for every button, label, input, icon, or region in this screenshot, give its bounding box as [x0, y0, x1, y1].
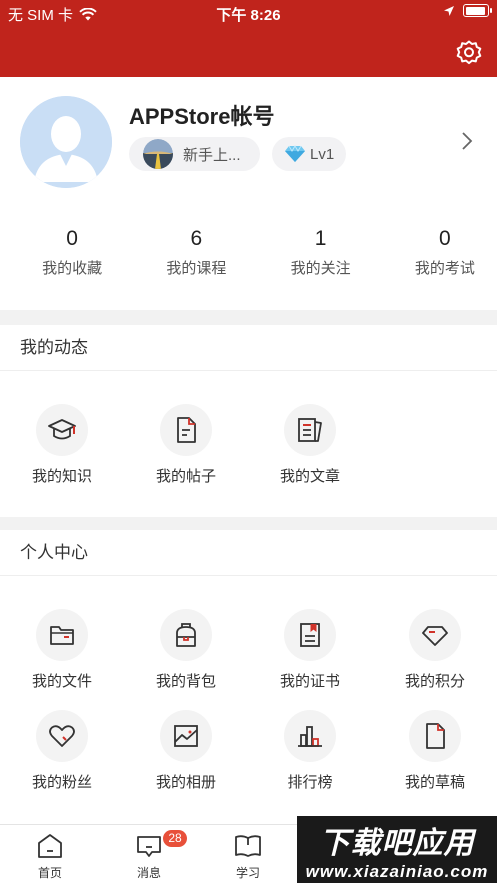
grid-item-articles[interactable]: 我的文章: [248, 404, 372, 486]
stat-value: 0: [439, 227, 451, 250]
grid-item-posts[interactable]: 我的帖子: [124, 404, 248, 486]
lv-badge-text: Lv1: [310, 145, 335, 163]
grid-item-ranking[interactable]: 排行榜: [248, 710, 372, 792]
grid-label: 我的粉丝: [31, 774, 92, 791]
home-icon: [38, 834, 62, 858]
diamond-gem-icon: [285, 145, 305, 162]
default-avatar-icon: [20, 96, 112, 188]
grid-label: 我的证书: [279, 673, 340, 690]
ranking-chart-icon: [284, 710, 336, 762]
stat-label: 我的关注: [290, 260, 351, 277]
draft-document-icon: [409, 710, 461, 762]
section-title: 个人中心: [0, 530, 497, 576]
stat-exams[interactable]: 0 我的考试: [393, 227, 497, 278]
tab-messages[interactable]: 消息 28: [99, 830, 199, 881]
stat-value: 1: [314, 227, 327, 250]
folder-icon: [36, 609, 88, 661]
stat-value: 6: [190, 227, 203, 250]
gear-icon: [456, 40, 482, 65]
graduation-cap-icon: [36, 404, 88, 456]
grid-item-album[interactable]: 我的相册: [124, 710, 248, 792]
level-road-icon: [143, 139, 173, 169]
grid-item-knowledge[interactable]: 我的知识: [0, 404, 124, 486]
tab-label: 学习: [235, 866, 260, 880]
stats-row: 0 我的收藏 6 我的课程 1 我的关注 0 我的考试: [0, 227, 497, 278]
heart-icon: [36, 710, 88, 762]
status-time: 下午 8:26: [216, 7, 281, 24]
settings-button[interactable]: [455, 39, 483, 67]
grid-item-drafts[interactable]: 我的草稿: [373, 710, 497, 792]
status-bar: 无 SIM 卡 下午 8:26: [0, 0, 497, 28]
battery-icon: [463, 4, 492, 17]
status-right: [443, 4, 492, 17]
book-icon: [235, 835, 261, 857]
stat-label: 我的课程: [166, 260, 227, 277]
tab-label: 消息: [136, 866, 161, 880]
post-document-icon: [160, 404, 212, 456]
grid-item-fans[interactable]: 我的粉丝: [0, 710, 124, 792]
stat-value: 0: [66, 227, 78, 250]
grid-label: 我的相册: [155, 774, 216, 791]
grid-item-backpack[interactable]: 我的背包: [124, 609, 248, 691]
grid-label: 我的草稿: [404, 774, 465, 791]
stat-label: 我的收藏: [42, 260, 103, 277]
grid-label: 我的背包: [155, 673, 216, 690]
tab-home[interactable]: 首页: [0, 833, 100, 881]
chevron-right-icon[interactable]: [461, 131, 473, 151]
stat-label: 我的考试: [414, 260, 475, 277]
grid-label: 我的文件: [31, 673, 92, 690]
grid-label: 排行榜: [287, 774, 333, 791]
grid-label: 我的知识: [31, 468, 92, 485]
grid-item-certificates[interactable]: 我的证书: [248, 609, 372, 691]
article-icon: [284, 404, 336, 456]
avatar[interactable]: [20, 96, 112, 188]
personal-center-section: 个人中心 我的文件 我的背包 我的证书 我的积分 我的粉丝 我的相册 排行榜 我…: [0, 530, 497, 825]
level-badge[interactable]: 新手上...: [129, 137, 260, 171]
unread-count-badge: 28: [163, 830, 187, 847]
tab-label: 首页: [37, 866, 62, 880]
section-title: 我的动态: [0, 325, 497, 371]
certificate-icon: [284, 609, 336, 661]
photo-album-icon: [160, 710, 212, 762]
grid-label: 我的积分: [404, 673, 465, 690]
battery-fill: [465, 6, 485, 15]
level-badge-text: 新手上...: [183, 146, 241, 164]
grid-label: 我的帖子: [155, 468, 216, 485]
grid-item-points[interactable]: 我的积分: [373, 609, 497, 691]
tab-study[interactable]: 学习: [198, 833, 298, 881]
lv-badge[interactable]: Lv1: [272, 137, 346, 171]
watermark-line1: 下载吧应用: [319, 826, 475, 860]
diamond-icon: [409, 609, 461, 661]
stat-favorites[interactable]: 0 我的收藏: [20, 227, 124, 278]
location-arrow-icon: [444, 5, 454, 16]
grid-label: 我的文章: [279, 468, 340, 485]
stat-courses[interactable]: 6 我的课程: [144, 227, 248, 278]
header-bar: [0, 28, 497, 77]
backpack-icon: [160, 609, 212, 661]
grid-item-files[interactable]: 我的文件: [0, 609, 124, 691]
message-icon: [137, 836, 161, 857]
username: APPStore帐号: [129, 104, 275, 129]
dynamics-section: 我的动态 我的知识 我的帖子 我的文章: [0, 325, 497, 517]
profile-card[interactable]: APPStore帐号 新手上... Lv1 0 我的收藏 6 我的课程 1 我的…: [0, 77, 497, 310]
stat-following[interactable]: 1 我的关注: [269, 227, 373, 278]
watermark-line2: www.xiazainiao.com: [305, 861, 489, 881]
watermark-logo: 下载吧应用 www.xiazainiao.com: [297, 816, 497, 883]
